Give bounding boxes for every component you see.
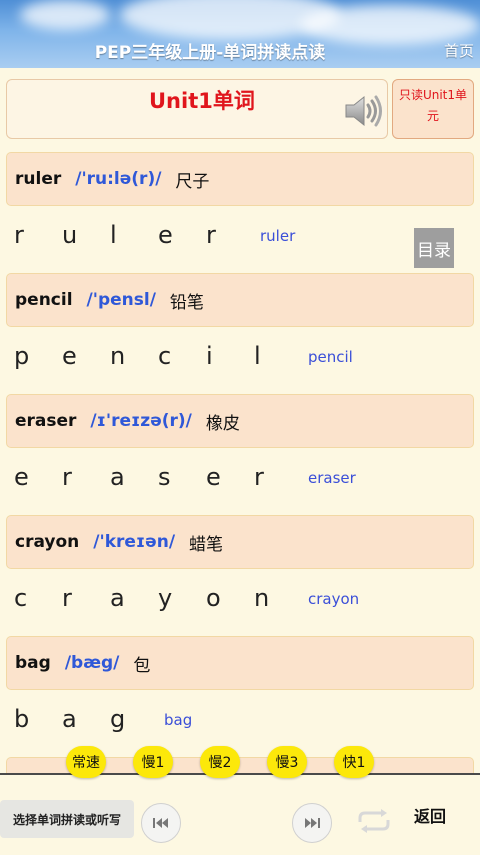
speed-button-fast1[interactable]: 快1 (334, 746, 374, 778)
spelling-letter[interactable]: p (14, 342, 29, 370)
spelling-letter[interactable]: o (206, 584, 221, 612)
skip-next-icon (305, 818, 320, 828)
spelling-letter[interactable]: e (62, 342, 77, 370)
spelling-letter[interactable]: n (110, 342, 125, 370)
header-bar: PEP三年级上册-单词拼读点读 首页 (0, 0, 480, 68)
spelling-letter[interactable]: r (14, 221, 24, 249)
unit-title: Unit1单词 (149, 89, 255, 113)
spelling-letter[interactable]: r (206, 221, 216, 249)
spelling-word-label: ruler (260, 227, 296, 245)
spelling-letter[interactable]: c (14, 584, 27, 612)
unit-header: Unit1单词 (6, 79, 388, 139)
word-chinese: 铅笔 (169, 292, 204, 313)
skip-previous-icon (153, 818, 168, 828)
previous-button[interactable] (141, 803, 181, 843)
word-phonetic: /ɪ'reɪzə(r)/ (90, 411, 192, 431)
spelling-letter[interactable]: e (158, 221, 173, 249)
word-chinese: 橡皮 (205, 413, 240, 434)
spelling-row-pencil[interactable]: p e n c i l pencil (0, 328, 480, 394)
spelling-word-label: bag (164, 711, 193, 729)
word-row-bag[interactable]: bag/bæg/包 (6, 636, 474, 690)
cloud-decoration (20, 0, 110, 30)
spelling-letter[interactable]: l (254, 342, 261, 370)
toc-button[interactable]: 目录 (414, 228, 454, 268)
app-title: PEP三年级上册-单词拼读点读 (94, 43, 326, 63)
spelling-word-label: pencil (308, 348, 353, 366)
word-chinese: 蜡笔 (189, 534, 224, 555)
word-phonetic: /bæg/ (64, 653, 120, 673)
word-row-pencil[interactable]: pencil /'pensl/铅笔 (6, 273, 474, 327)
home-button[interactable]: 首页 (444, 40, 474, 61)
speed-button-slow2[interactable]: 慢2 (200, 746, 240, 778)
spelling-row-eraser[interactable]: e r a s e r eraser (0, 449, 480, 515)
spelling-letter[interactable]: y (158, 584, 172, 612)
select-mode-button[interactable]: 选择单词拼读或听写 (0, 800, 134, 838)
spelling-letter[interactable]: a (110, 463, 125, 491)
speed-button-slow1[interactable]: 慢1 (133, 746, 173, 778)
next-button[interactable] (292, 803, 332, 843)
spelling-letter[interactable]: c (158, 342, 171, 370)
spelling-letter[interactable]: r (62, 584, 72, 612)
spelling-letter[interactable]: a (62, 705, 77, 733)
spelling-letter[interactable]: e (14, 463, 29, 491)
word-phonetic: /'pensl/ (86, 290, 156, 310)
spelling-word-label: eraser (308, 469, 356, 487)
word-phonetic: /'ru:lə(r)/ (75, 169, 162, 189)
word-english: eraser (15, 411, 77, 431)
loop-icon[interactable] (354, 808, 394, 838)
spelling-letter[interactable]: r (254, 463, 264, 491)
word-chinese: 尺子 (175, 171, 210, 192)
spelling-letter[interactable]: e (206, 463, 221, 491)
word-row-crayon[interactable]: crayon /'kreɪən/蜡笔 (6, 515, 474, 569)
spelling-letter[interactable]: a (110, 584, 125, 612)
back-button[interactable]: 返回 (414, 803, 446, 827)
spelling-letter[interactable]: n (254, 584, 269, 612)
word-english: pencil (15, 290, 73, 310)
spelling-row-crayon[interactable]: c r a y o n crayon (0, 570, 480, 636)
spelling-letter[interactable]: g (110, 705, 125, 733)
spelling-letter[interactable]: i (206, 342, 213, 370)
speaker-icon[interactable] (343, 94, 385, 132)
spelling-letter[interactable]: r (62, 463, 72, 491)
word-english: crayon (15, 532, 80, 552)
spelling-row-ruler[interactable]: r u l e r ruler (0, 207, 480, 273)
read-unit-only-button[interactable]: 只读Unit1单元 (392, 79, 474, 139)
word-english: ruler (15, 169, 62, 189)
word-phonetic: /'kreɪən/ (93, 532, 176, 552)
spelling-letter[interactable]: s (158, 463, 171, 491)
word-list: ruler/'ru:lə(r)/尺子 r u l e r ruler pencil/'pens… (0, 152, 480, 774)
word-english: bag (15, 653, 51, 673)
spelling-word-label: crayon (308, 590, 360, 608)
speed-button-slow3[interactable]: 慢3 (267, 746, 307, 778)
spelling-letter[interactable]: b (14, 705, 29, 733)
spelling-letter[interactable]: l (110, 221, 117, 249)
speed-button-normal[interactable]: 常速 (66, 746, 106, 778)
spelling-row-bag[interactable]: b a g bag (0, 691, 480, 757)
word-row-ruler[interactable]: ruler /'ru:lə(r)/ 尺子 (6, 152, 474, 206)
word-row-eraser[interactable]: eraser/ɪ'reɪzə(r)/ 橡皮 (6, 394, 474, 448)
word-chinese: 包 (133, 655, 151, 676)
spelling-letter[interactable]: u (62, 221, 77, 249)
